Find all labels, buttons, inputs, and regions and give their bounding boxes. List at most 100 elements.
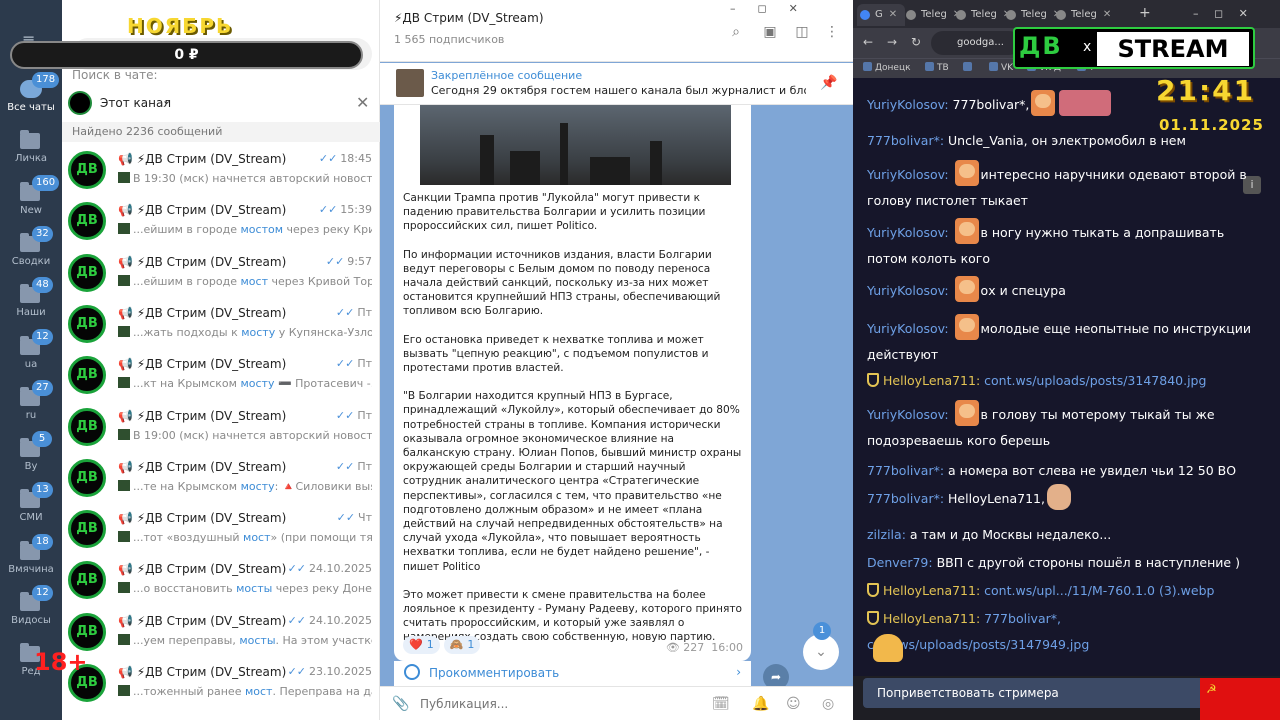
result-row[interactable]: ДВ 📢 ⚡ДВ Стрим (DV_Stream) ✓✓ 18:45 В 19:30 …	[62, 146, 380, 197]
result-date: ✓✓ 9:57	[326, 255, 372, 268]
chat-colon: :	[944, 97, 953, 112]
channel-filter[interactable]: Этот канал ⌄ ✕	[62, 88, 380, 120]
unread-badge: 1	[813, 622, 831, 640]
chevron-down-icon[interactable]: ⌄	[162, 94, 171, 107]
close-icon[interactable]: ✕	[889, 9, 897, 20]
folder-5[interactable]: 12 ua	[0, 328, 62, 383]
folder-0[interactable]: 178 Все чаты	[0, 72, 62, 126]
result-date-text: 24.10.2025	[309, 613, 372, 627]
reaction-chip[interactable]: ❤️ 1	[403, 636, 440, 654]
chat-username[interactable]: HelloyLena711	[883, 583, 976, 598]
browser-tab[interactable]: Teleg ✕	[1053, 4, 1111, 26]
live-stream-icon[interactable]: ▣	[762, 24, 778, 40]
chat-message: YuriyKolosov: в ногу нужно тыкать а допр…	[867, 218, 1267, 272]
chat-username[interactable]: YuriyKolosov	[867, 407, 944, 422]
chat-text[interactable]: cont.ws/upl.../11/M-760.1.0 (3).webp	[984, 583, 1214, 598]
emote-icon	[873, 634, 903, 662]
bookmark[interactable]: VK	[989, 62, 1013, 73]
bell-icon[interactable]: 🔔	[752, 696, 769, 712]
reaction-emoji: 🙈	[449, 638, 464, 651]
result-row[interactable]: ДВ 📢 ⚡ДВ Стрим (DV_Stream) ✓✓ Пт ...кт на Кр…	[62, 351, 380, 402]
result-row[interactable]: ДВ 📢 ⚡ДВ Стрим (DV_Stream) ✓✓ 24.10.2025...…	[62, 556, 380, 607]
folder-8[interactable]: 13 СМИ	[0, 482, 62, 536]
browser-tab[interactable]: G ✕	[857, 4, 906, 26]
back-icon[interactable]: ←	[863, 35, 873, 49]
bookmark[interactable]: ТВ	[925, 62, 949, 73]
chat-username[interactable]: YuriyKolosov	[867, 283, 944, 298]
chat-username[interactable]: Denver79	[867, 555, 928, 570]
result-row[interactable]: ДВ 📢 ⚡ДВ Стрим (DV_Stream) ✓✓ Пт В 19:00 (мс…	[62, 403, 380, 454]
overlay-date: 01.11.2025	[1159, 116, 1264, 134]
window-controls[interactable]: – ◻ ✕	[1193, 7, 1254, 20]
chat-title[interactable]: ⚡ДВ Стрим (DV_Stream)	[394, 11, 544, 25]
chat-colon: :	[939, 133, 949, 148]
chat-username[interactable]: 777bolivar*	[867, 491, 940, 506]
post-photo[interactable]	[420, 105, 731, 185]
telegram-folder-sidebar: ≡ 178 Все чаты Личка 160 New 32 Сводки 48 Наши 12 u…	[0, 0, 62, 720]
comment-button[interactable]: Прокомментировать ›	[394, 661, 751, 687]
search-icon[interactable]: ⌕	[728, 24, 744, 40]
folder-label: Сводки	[11, 255, 51, 267]
preview-before: ...уем переправы,	[133, 633, 240, 647]
chat-username[interactable]: 777bolivar*	[867, 463, 940, 478]
address-bar[interactable]: goodga...	[931, 31, 1021, 55]
bookmark[interactable]	[963, 62, 975, 73]
folder-9[interactable]: 18 Вмячина	[0, 533, 62, 588]
chat-colon: :	[944, 167, 953, 182]
result-date-text: 15:39	[340, 203, 372, 217]
channel-avatar: ДВ	[68, 151, 106, 189]
folder-1[interactable]: Личка	[0, 125, 62, 177]
folder-badge: 12	[32, 585, 53, 601]
folder-7[interactable]: 5 By	[0, 431, 62, 485]
result-row[interactable]: ДВ 📢 ⚡ДВ Стрим (DV_Stream) ✓✓ 24.10.2025...…	[62, 608, 380, 659]
folder-6[interactable]: 27 ru	[0, 379, 62, 434]
pin-list-icon[interactable]: 📌	[820, 75, 837, 91]
folder-badge: 27	[32, 379, 53, 396]
reload-icon[interactable]: ↻	[911, 35, 921, 49]
attach-icon[interactable]: 📎	[392, 696, 409, 712]
result-row[interactable]: ДВ 📢 ⚡ДВ Стрим (DV_Stream) ✓✓ Чт ...тот «воз…	[62, 505, 380, 556]
emoji-icon[interactable]: ☺	[786, 696, 801, 712]
result-row[interactable]: ДВ 📢 ⚡ДВ Стрим (DV_Stream) ✓✓ 15:39 ...ейшим…	[62, 197, 380, 248]
result-row[interactable]: ДВ 📢 ⚡ДВ Стрим (DV_Stream) ✓✓ Пт ...жать под…	[62, 300, 380, 351]
forward-icon[interactable]: →	[887, 35, 897, 49]
sidebar-toggle-icon[interactable]: ◫	[794, 24, 810, 40]
new-tab-icon[interactable]: +	[1139, 5, 1151, 21]
chat-username[interactable]: YuriyKolosov	[867, 167, 944, 182]
chat-colon: :	[939, 463, 949, 478]
chat-username[interactable]: HelloyLena711	[883, 611, 976, 626]
folder-3[interactable]: 32 Сводки	[0, 225, 62, 280]
schedule-icon[interactable]: 🗓	[712, 696, 730, 712]
chat-text[interactable]: cont.ws/uploads/posts/3147840.jpg	[984, 373, 1206, 388]
result-date-text: 24.10.2025	[309, 562, 372, 576]
post-paragraph: Его остановка приведет к нехватке топлив…	[403, 333, 709, 375]
pinned-message[interactable]: Закреплённое сообщение Сегодня 29 октябр…	[380, 63, 853, 105]
subscriber-count: 1 565 подписчиков	[394, 33, 505, 46]
chat-username[interactable]: YuriyKolosov	[867, 97, 944, 112]
chat-username[interactable]: 777bolivar*	[867, 133, 940, 148]
result-date-text: 18:45	[340, 152, 372, 165]
close-icon[interactable]: ✕	[1103, 9, 1111, 20]
chat-username[interactable]: YuriyKolosov	[867, 321, 944, 336]
search-results-panel: Поиск в чате: Этот канал ⌄ ✕ Найдено 223…	[62, 0, 380, 720]
chat-username[interactable]: YuriyKolosov	[867, 225, 944, 240]
camera-icon[interactable]: ◎	[822, 696, 834, 712]
close-icon[interactable]: ✕	[356, 93, 369, 112]
chat-username[interactable]: zilzila	[867, 527, 902, 542]
bookmark[interactable]: Донецк	[863, 62, 911, 73]
folder-2[interactable]: 160 New	[0, 174, 62, 229]
channel-avatar: ДВ	[68, 356, 106, 395]
reaction-chip[interactable]: 🙈 1	[443, 636, 481, 654]
more-icon[interactable]: ⋮	[824, 24, 840, 40]
result-row[interactable]: ДВ 📢 ⚡ДВ Стрим (DV_Stream) ✓✓ Пт ...те на Кр…	[62, 454, 380, 505]
folder-4[interactable]: 48 Наши	[0, 277, 62, 331]
result-row[interactable]: ДВ 📢 ⚡ДВ Стрим (DV_Stream) ✓✓ 9:57 ...ейшим …	[62, 249, 380, 300]
result-preview: В 19:30 (мск) начнется авторский новостн…	[118, 172, 372, 185]
preview-after: у Купянска-Узловог...	[278, 325, 372, 339]
window-controls[interactable]: –◻✕	[730, 2, 820, 15]
folder-10[interactable]: 12 Видосы	[0, 585, 62, 639]
result-row[interactable]: ДВ 📢 ⚡ДВ Стрим (DV_Stream) ✓✓ 23.10.2025...…	[62, 659, 380, 710]
chat-text: 777bolivar*,	[952, 97, 1030, 112]
chat-username[interactable]: HelloyLena711	[883, 373, 976, 388]
message-input[interactable]	[420, 694, 670, 714]
